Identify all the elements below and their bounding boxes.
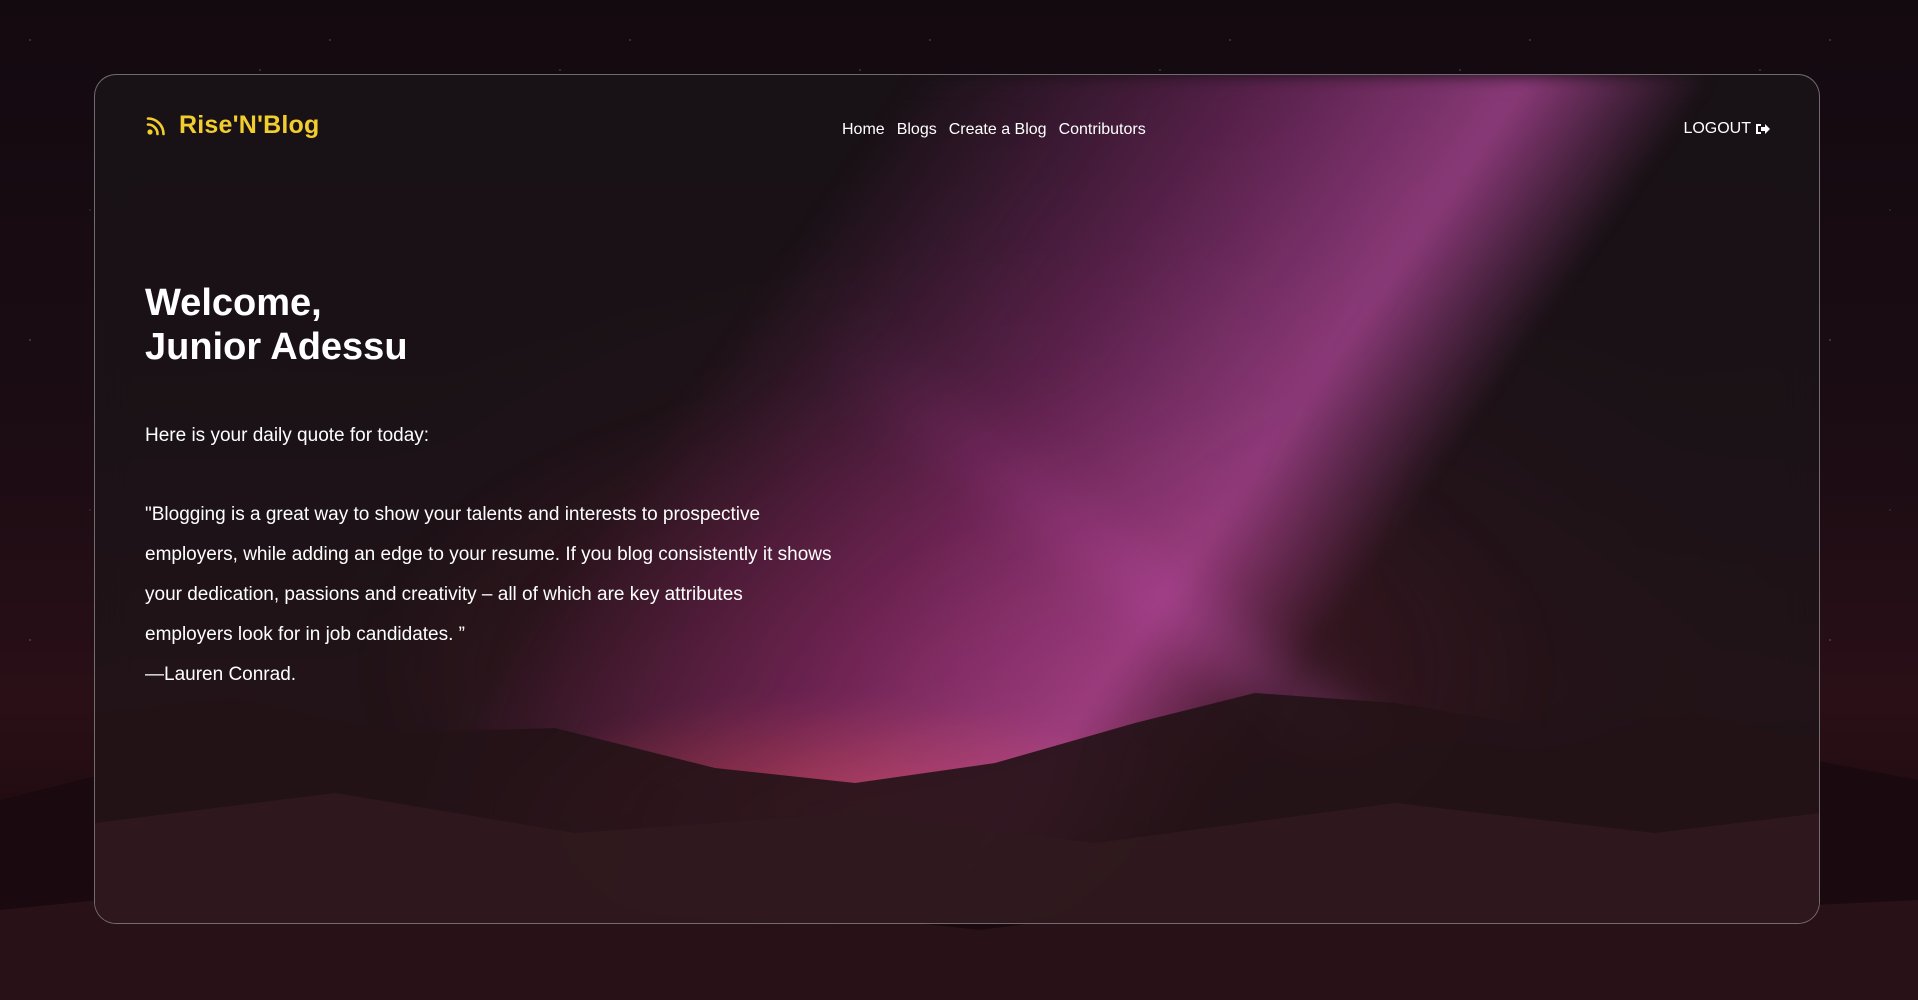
nav-home-link[interactable]: Home (842, 121, 885, 139)
logout-label: LOGOUT (1683, 120, 1751, 137)
welcome-text: Welcome, (145, 282, 322, 324)
brand-name: Rise'N'Blog (179, 111, 320, 139)
card-hills (95, 693, 1819, 923)
navbar: Rise'N'Blog Home Blogs Create a Blog Con… (95, 75, 1819, 181)
nav-create-blog-link[interactable]: Create a Blog (949, 121, 1047, 139)
nav-contributors-link[interactable]: Contributors (1059, 121, 1146, 139)
welcome-section: Welcome, Junior Adessu Here is your dail… (145, 281, 835, 695)
daily-quote-text: "Blogging is a great way to show your ta… (145, 504, 832, 645)
welcome-heading: Welcome, Junior Adessu (145, 281, 835, 369)
user-name: Junior Adessu (145, 326, 408, 368)
main-nav: Home Blogs Create a Blog Contributors (842, 121, 1146, 139)
rss-feed-icon (145, 115, 167, 137)
logout-button[interactable]: LOGOUT (1683, 120, 1771, 138)
daily-quote-intro: Here is your daily quote for today: (145, 425, 430, 446)
brand-logo[interactable]: Rise'N'Blog (145, 111, 320, 140)
nav-blogs-link[interactable]: Blogs (897, 121, 937, 139)
quote-author: —Lauren Conrad. (145, 664, 297, 685)
sign-out-icon (1755, 122, 1771, 136)
hero-card: Rise'N'Blog Home Blogs Create a Blog Con… (94, 74, 1820, 924)
